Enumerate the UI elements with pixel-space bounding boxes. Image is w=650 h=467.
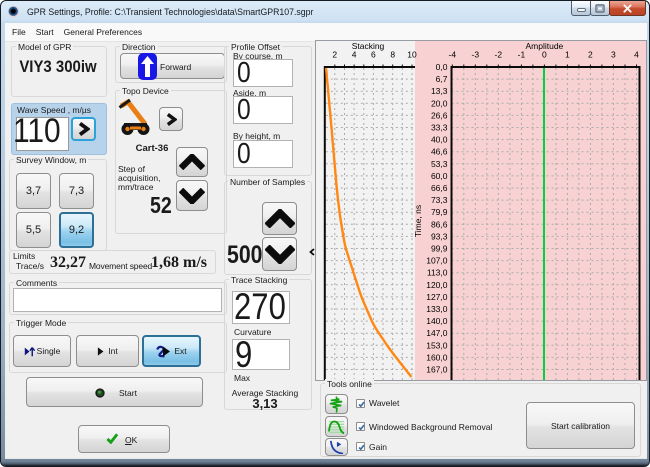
svg-text:153,0: 153,0 — [426, 340, 448, 350]
svg-text:6: 6 — [371, 50, 376, 60]
svg-text:10: 10 — [407, 50, 417, 60]
svg-text:26,6: 26,6 — [431, 110, 448, 120]
svg-text:99,9: 99,9 — [431, 244, 448, 254]
svg-text:113,0: 113,0 — [427, 268, 448, 278]
svg-text:46,6: 46,6 — [431, 147, 448, 157]
svg-text:3: 3 — [611, 50, 616, 60]
svg-text:20,0: 20,0 — [431, 98, 448, 108]
svg-text:-3: -3 — [472, 50, 480, 60]
svg-text:73,3: 73,3 — [431, 195, 448, 205]
svg-text:-4: -4 — [449, 50, 457, 60]
svg-text:133,0: 133,0 — [426, 304, 448, 314]
svg-text:2: 2 — [588, 50, 593, 60]
svg-text:33,3: 33,3 — [431, 123, 448, 133]
svg-text:2: 2 — [332, 50, 337, 60]
svg-text:86,6: 86,6 — [431, 219, 448, 229]
svg-text:140,0: 140,0 — [426, 316, 448, 326]
svg-text:120,0: 120,0 — [426, 280, 448, 290]
svg-text:1: 1 — [565, 50, 570, 60]
svg-text:40,0: 40,0 — [431, 135, 448, 145]
svg-text:66,6: 66,6 — [431, 183, 448, 193]
svg-text:0,0: 0,0 — [436, 62, 448, 72]
svg-text:147,0: 147,0 — [426, 328, 448, 338]
svg-text:4: 4 — [352, 50, 357, 60]
svg-text:60,0: 60,0 — [431, 171, 448, 181]
svg-text:167,0: 167,0 — [426, 365, 448, 375]
svg-text:-2: -2 — [495, 50, 503, 60]
svg-text:0: 0 — [542, 50, 547, 60]
svg-text:13,3: 13,3 — [431, 86, 448, 96]
svg-text:79,9: 79,9 — [431, 207, 448, 217]
svg-text:-1: -1 — [518, 50, 526, 60]
svg-text:93,3: 93,3 — [431, 231, 448, 241]
svg-text:8: 8 — [390, 50, 395, 60]
svg-text:6,7: 6,7 — [436, 74, 448, 84]
svg-text:127,0: 127,0 — [426, 292, 448, 302]
svg-text:53,3: 53,3 — [431, 159, 448, 169]
svg-text:160,0: 160,0 — [426, 352, 448, 362]
svg-text:4: 4 — [634, 50, 639, 60]
svg-text:Stacking: Stacking — [352, 41, 385, 51]
svg-text:107,0: 107,0 — [426, 256, 448, 266]
svg-text:Time, ns: Time, ns — [413, 205, 423, 237]
